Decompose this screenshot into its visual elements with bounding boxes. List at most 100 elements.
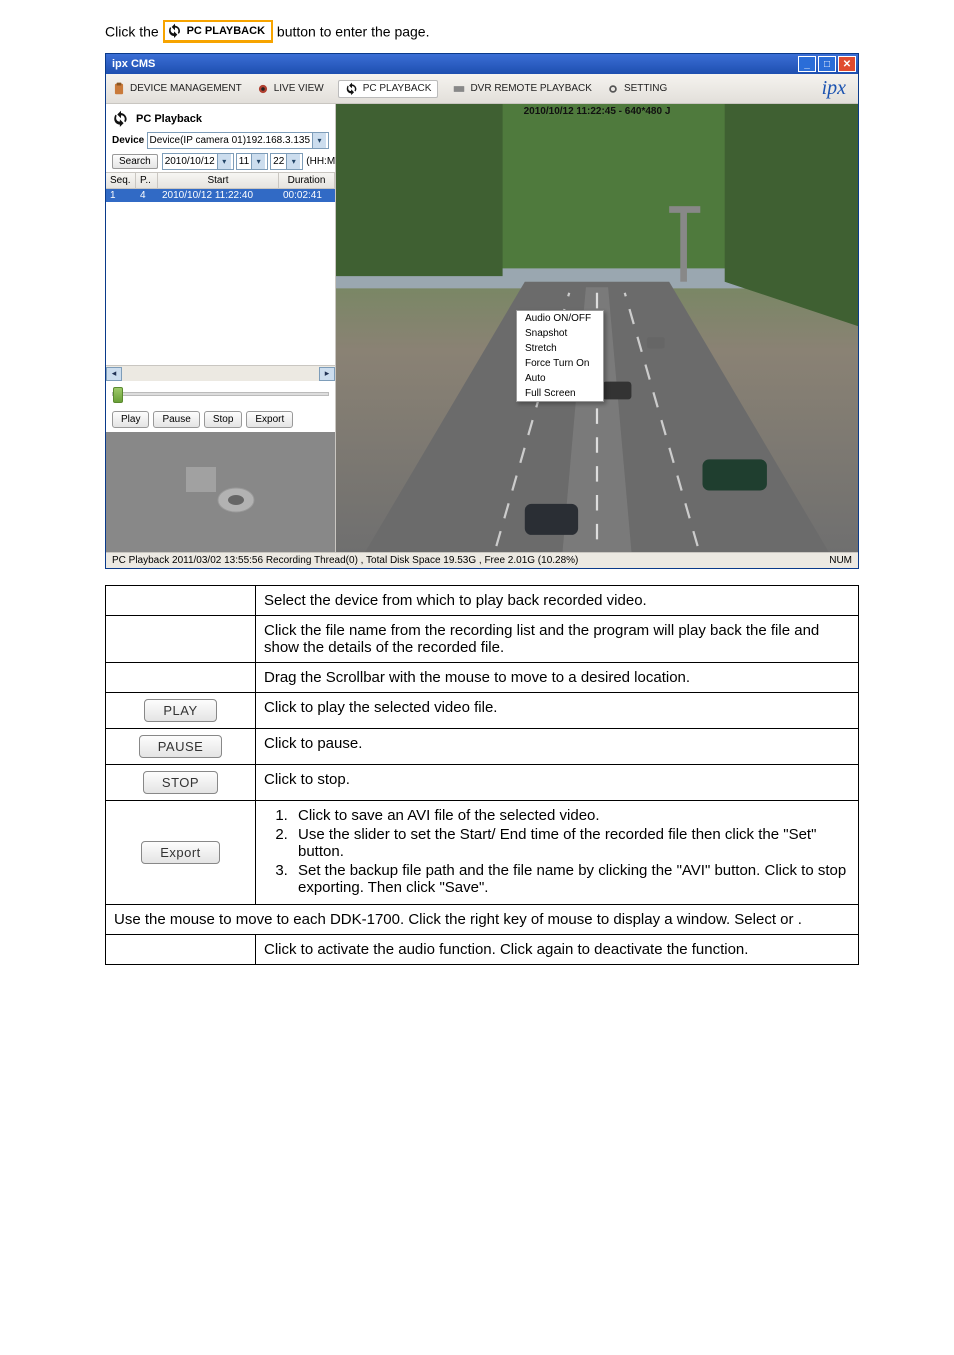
play-label-button: PLAY: [144, 699, 216, 722]
play-button[interactable]: Play: [112, 411, 149, 428]
list-item: Use the slider to set the Start/ End tim…: [292, 826, 850, 860]
refresh-icon: [345, 82, 359, 96]
dvr-icon: [452, 82, 466, 96]
chevron-left-icon[interactable]: ◂: [106, 367, 122, 381]
col-duration: Duration: [279, 173, 335, 188]
refresh-icon: [112, 110, 130, 128]
minute-select[interactable]: 22▾: [270, 153, 303, 170]
window-title: ipx CMS: [108, 58, 796, 70]
refresh-icon: [167, 23, 183, 39]
menu-audio[interactable]: Audio ON/OFF: [517, 311, 603, 326]
pc-playback-inline-button: PC PLAYBACK: [163, 20, 273, 43]
search-button[interactable]: Search: [112, 154, 158, 169]
row-desc: Use the mouse to move to each DDK-1700. …: [106, 905, 859, 935]
list-item[interactable]: 1 4 2010/10/12 11:22:40 00:02:41: [106, 189, 335, 202]
row-desc: Click to pause.: [256, 729, 859, 765]
table-row: Drag the Scrollbar with the mouse to mov…: [106, 663, 859, 693]
titlebar: ipx CMS _ □ ✕: [106, 54, 858, 74]
list-item: Set the backup file path and the file na…: [292, 862, 850, 896]
chevron-right-icon[interactable]: ▸: [319, 367, 335, 381]
export-button[interactable]: Export: [246, 411, 293, 428]
col-p: P..: [136, 173, 158, 188]
row-desc: Click the file name from the recording l…: [256, 616, 859, 663]
intro-mid: button to enter the: [277, 24, 395, 40]
search-row: Search 2010/10/12▾ 11▾ 22▾ (HH:MM): [106, 151, 335, 172]
minimize-button[interactable]: _: [798, 56, 816, 72]
tab-device-management[interactable]: DEVICE MANAGEMENT: [112, 82, 242, 96]
brand-logo: ipx: [822, 77, 846, 100]
h-scrollbar[interactable]: ◂ ▸: [106, 365, 335, 381]
stop-label-button: STOP: [143, 771, 218, 794]
row-desc: Select the device from which to play bac…: [256, 586, 859, 616]
table-row: Use the mouse to move to each DDK-1700. …: [106, 905, 859, 935]
playback-buttons: Play Pause Stop Export: [106, 407, 335, 432]
intro-pre: Click the: [105, 24, 163, 40]
table-row: Export Click to save an AVI file of the …: [106, 801, 859, 905]
device-label: Device: [112, 135, 147, 146]
row-icon-cell: PAUSE: [106, 729, 256, 765]
menu-stretch[interactable]: Stretch: [517, 341, 603, 356]
slider-thumb[interactable]: [113, 387, 123, 403]
menu-fullscreen[interactable]: Full Screen: [517, 386, 603, 401]
maximize-button[interactable]: □: [818, 56, 836, 72]
menu-auto[interactable]: Auto: [517, 371, 603, 386]
camera-icon: [181, 462, 261, 522]
tab-live-view[interactable]: LIVE VIEW: [256, 82, 324, 96]
status-left: PC Playback 2011/03/02 13:55:56 Recordin…: [112, 555, 829, 566]
device-row: Device Device(IP camera 01)192.168.3.135…: [106, 130, 335, 151]
intro-line: Click the PC PLAYBACK button to enter th…: [105, 20, 859, 43]
table-row: Click the file name from the recording l…: [106, 616, 859, 663]
chevron-down-icon: ▾: [217, 154, 231, 169]
tab-pc-playback[interactable]: PC PLAYBACK: [338, 80, 439, 98]
row-icon-cell: [106, 586, 256, 616]
main-toolbar: DEVICE MANAGEMENT LIVE VIEW PC PLAYBACK …: [106, 74, 858, 104]
status-right: NUM: [829, 555, 852, 566]
camera-icon: [256, 82, 270, 96]
row-desc: Click to play the selected video file.: [256, 693, 859, 729]
clipboard-icon: [112, 82, 126, 96]
row-icon-cell: [106, 616, 256, 663]
close-button[interactable]: ✕: [838, 56, 856, 72]
hour-select[interactable]: 11▾: [236, 153, 268, 170]
menu-snapshot[interactable]: Snapshot: [517, 326, 603, 341]
pause-label-button: PAUSE: [139, 735, 223, 758]
video-caption: 2010/10/12 11:22:45 - 640*480 J: [524, 106, 671, 117]
row-desc: Click to save an AVI file of the selecte…: [256, 801, 859, 905]
chevron-down-icon: ▾: [312, 133, 326, 148]
row-icon-cell: [106, 663, 256, 693]
row-desc: Click to activate the audio function. Cl…: [256, 935, 859, 965]
panel-title: PC Playback: [106, 104, 335, 130]
table-row: PAUSE Click to pause.: [106, 729, 859, 765]
pc-playback-inline-label: PC PLAYBACK: [187, 25, 265, 37]
menu-force-on[interactable]: Force Turn On: [517, 356, 603, 371]
list-header: Seq. P.. Start Duration: [106, 172, 335, 189]
row-icon-cell: Export: [106, 801, 256, 905]
playback-slider[interactable]: [106, 381, 335, 407]
table-row: STOP Click to stop.: [106, 765, 859, 801]
table-row: Click to activate the audio function. Cl…: [106, 935, 859, 965]
context-menu[interactable]: Audio ON/OFF Snapshot Stretch Force Turn…: [516, 310, 604, 402]
row-icon-cell: STOP: [106, 765, 256, 801]
export-steps: Click to save an AVI file of the selecte…: [264, 807, 850, 896]
app-body: PC Playback Device Device(IP camera 01)1…: [106, 104, 858, 552]
pause-button[interactable]: Pause: [153, 411, 199, 428]
status-bar: PC Playback 2011/03/02 13:55:56 Recordin…: [106, 552, 858, 568]
table-row: Select the device from which to play bac…: [106, 586, 859, 616]
list-item: Click to save an AVI file of the selecte…: [292, 807, 850, 824]
app-window: ipx CMS _ □ ✕ DEVICE MANAGEMENT LIVE VIE…: [105, 53, 859, 569]
device-select[interactable]: Device(IP camera 01)192.168.3.135 ▾: [147, 132, 329, 149]
recording-list[interactable]: 1 4 2010/10/12 11:22:40 00:02:41: [106, 189, 335, 365]
row-desc: Drag the Scrollbar with the mouse to mov…: [256, 663, 859, 693]
tab-setting[interactable]: SETTING: [606, 82, 667, 96]
video-area[interactable]: 2010/10/12 11:22:45 - 640*480 J Audio ON…: [336, 104, 858, 552]
table-row: PLAY Click to play the selected video fi…: [106, 693, 859, 729]
date-select[interactable]: 2010/10/12▾: [162, 153, 234, 170]
left-panel: PC Playback Device Device(IP camera 01)1…: [106, 104, 336, 552]
description-table: Select the device from which to play bac…: [105, 585, 859, 965]
row-desc: Click to stop.: [256, 765, 859, 801]
tab-dvr-remote-playback[interactable]: DVR REMOTE PLAYBACK: [452, 82, 592, 96]
device-thumbnail: [106, 432, 335, 552]
gear-icon: [606, 82, 620, 96]
col-seq: Seq.: [106, 173, 136, 188]
stop-button[interactable]: Stop: [204, 411, 243, 428]
